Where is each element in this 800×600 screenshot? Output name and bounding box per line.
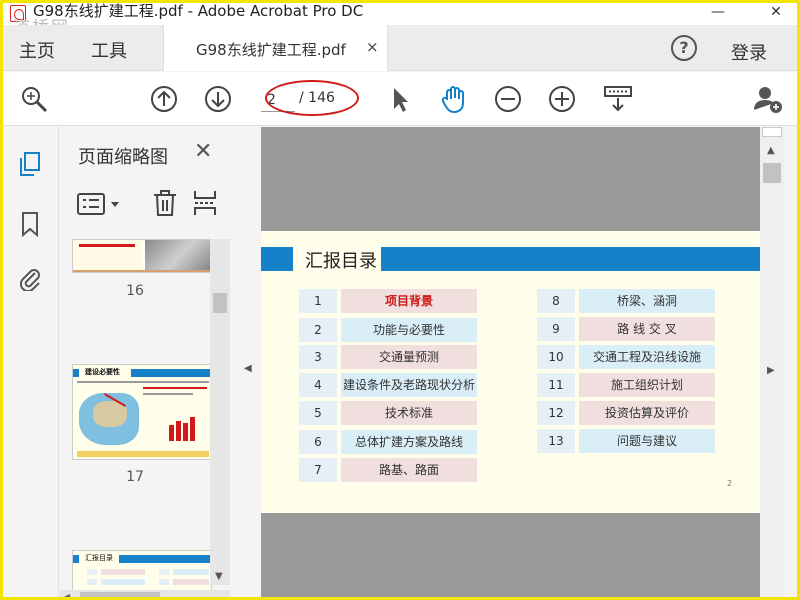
toc-label: 功能与必要性	[341, 318, 477, 342]
slide-page-number: 2	[727, 479, 733, 488]
toc-label: 桥梁、涵洞	[579, 289, 715, 313]
toc-number: 10	[537, 345, 575, 369]
zoom-in-icon[interactable]	[547, 84, 577, 114]
scroll-up-arrow-icon[interactable]: ▲	[767, 145, 775, 156]
thumbnail-hscroll-thumb[interactable]	[80, 592, 160, 597]
thumbnail-scrollbar[interactable]	[210, 239, 230, 585]
thumbnail-page-17[interactable]: 建设必要性	[72, 364, 212, 460]
menu-bar: 主页 工具 G98东线扩建工程.pdf × ? 登录	[3, 25, 797, 71]
app-window: G98东线扩建工程.pdf - Adobe Acrobat Pro DC 道桥网…	[0, 0, 800, 600]
menu-tools[interactable]: 工具	[91, 37, 127, 63]
document-tab-close-button[interactable]: ×	[366, 38, 379, 56]
page-highlight-annotation	[265, 80, 359, 116]
title-bar: G98东线扩建工程.pdf - Adobe Acrobat Pro DC 道桥网…	[3, 2, 797, 38]
toc-label: 建设条件及老路现状分析	[341, 373, 477, 397]
slide-header: 汇报目录	[261, 245, 761, 273]
toc-label: 总体扩建方案及路线	[341, 430, 477, 454]
document-scrollbar-thumb[interactable]	[763, 163, 781, 183]
toc-number: 1	[299, 289, 337, 313]
zoom-out-icon[interactable]	[493, 84, 523, 114]
toc-number: 2	[299, 318, 337, 342]
scroll-down-arrow-icon[interactable]: ▼	[215, 571, 223, 582]
close-window-button[interactable]: ✕	[761, 5, 791, 21]
toc-number: 6	[299, 430, 337, 454]
trash-icon[interactable]	[152, 189, 178, 217]
hand-tool-icon[interactable]	[439, 84, 469, 114]
thumbnail-page-16[interactable]	[72, 239, 212, 273]
document-scrollbar[interactable]: ▲ ▶	[760, 127, 784, 597]
thumbnail-heading: 汇报目录	[85, 554, 113, 562]
thumbnail-page-number: 17	[126, 469, 144, 485]
toc-number: 11	[537, 373, 575, 397]
header-accent-bar	[261, 247, 293, 271]
toc-label: 项目背景	[341, 289, 477, 313]
toc-number: 9	[537, 317, 575, 341]
slide-title: 汇报目录	[305, 251, 377, 272]
keyboard-scroll-icon[interactable]	[603, 84, 633, 114]
toc-label: 路 线 交 叉	[579, 317, 715, 341]
toc-label: 技术标准	[341, 401, 477, 425]
toolbar: 2 / 146	[3, 72, 797, 126]
document-view: ◀ 汇报目录 1 项目背景 2 功能与必要性 3 交通量预测 4 建设条件及老路…	[234, 127, 797, 597]
toc-label: 施工组织计划	[579, 373, 715, 397]
toc-label: 问题与建议	[579, 429, 715, 453]
collapse-right-panel-icon[interactable]: ▶	[767, 365, 775, 376]
help-icon[interactable]: ?	[671, 35, 697, 61]
thumbnail-scrollbar-thumb[interactable]	[213, 293, 227, 313]
thumbnail-heading: 建设必要性	[85, 368, 120, 376]
page-up-icon[interactable]	[149, 84, 179, 114]
toc-number: 7	[299, 458, 337, 482]
toc-number: 3	[299, 345, 337, 369]
header-accent-bar	[381, 247, 761, 271]
collapse-left-panel-icon[interactable]: ◀	[244, 363, 252, 374]
toc-number: 5	[299, 401, 337, 425]
bookmark-icon[interactable]	[17, 211, 43, 237]
login-button[interactable]: 登录	[731, 39, 767, 65]
toc-label: 路基、路面	[341, 458, 477, 482]
toc-label: 交通工程及沿线设施	[579, 345, 715, 369]
thumbnail-hscrollbar[interactable]: ◀	[60, 590, 230, 597]
toc-number: 13	[537, 429, 575, 453]
thumbnail-page-number: 16	[126, 283, 144, 299]
toc-label: 交通量预测	[341, 345, 477, 369]
document-tab[interactable]: G98东线扩建工程.pdf ×	[163, 25, 388, 71]
select-arrow-icon[interactable]	[385, 84, 415, 114]
search-zoom-icon[interactable]	[19, 84, 49, 114]
thumbnail-options-icon[interactable]	[76, 191, 124, 217]
panel-title: 页面缩略图	[78, 147, 168, 168]
scroll-left-arrow-icon[interactable]: ◀	[64, 592, 70, 597]
toc-label: 投资估算及评价	[579, 401, 715, 425]
thumbnails-panel: 页面缩略图 ✕ 16 建设必要性 17 汇报目录 ▼ ◀	[60, 127, 232, 597]
page-down-icon[interactable]	[203, 84, 233, 114]
window-title: G98东线扩建工程.pdf - Adobe Acrobat Pro DC	[33, 2, 364, 20]
pdf-page: 汇报目录 1 项目背景 2 功能与必要性 3 交通量预测 4 建设条件及老路现状…	[261, 231, 761, 513]
close-panel-icon[interactable]: ✕	[194, 139, 212, 164]
menu-home[interactable]: 主页	[19, 37, 55, 63]
page-thumbnails-icon[interactable]	[17, 151, 43, 177]
insert-page-icon[interactable]	[192, 189, 218, 217]
document-tab-label: G98东线扩建工程.pdf	[196, 41, 346, 59]
minimize-button[interactable]: —	[703, 5, 733, 21]
navigation-rail	[3, 127, 59, 597]
toc-number: 8	[537, 289, 575, 313]
add-user-icon[interactable]	[753, 84, 783, 114]
attachment-icon[interactable]	[17, 265, 43, 291]
toc-number: 4	[299, 373, 337, 397]
toc-number: 12	[537, 401, 575, 425]
